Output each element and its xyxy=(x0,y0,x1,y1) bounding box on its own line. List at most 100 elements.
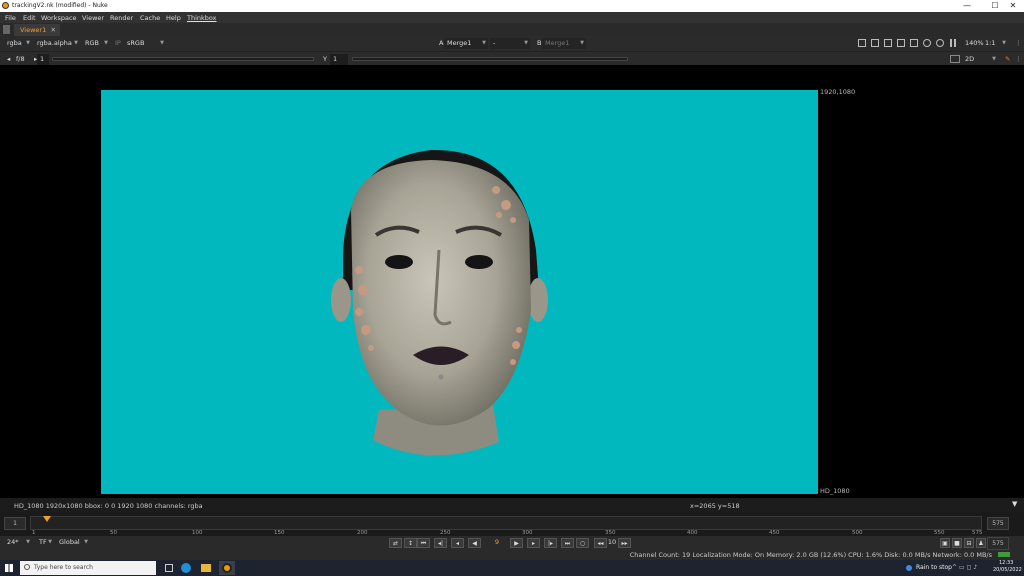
menu-thinkbox[interactable]: Thinkbox xyxy=(187,14,217,22)
timeline-end-frame[interactable]: 575 xyxy=(987,517,1009,530)
window-title: trackingV2.nk (modified) - Nuke xyxy=(12,2,108,9)
paint-brush-icon[interactable]: ✎ xyxy=(1002,54,1012,65)
gamma-slider[interactable] xyxy=(352,57,628,61)
end-frame-field[interactable]: 575 xyxy=(987,537,1009,550)
person-icon[interactable]: ♟ xyxy=(976,538,986,548)
collapse-arrow-icon[interactable]: ▼ xyxy=(1012,500,1017,508)
menu-workspace[interactable]: Workspace xyxy=(41,14,77,22)
next-keyframe-icon[interactable]: |▸ xyxy=(544,538,557,548)
range-scope-dropdown[interactable]: Global ▼ xyxy=(56,537,90,548)
fps-dropdown[interactable]: 24* ▼ xyxy=(4,537,32,548)
gamma-input[interactable]: 1 xyxy=(330,54,348,65)
ip-toggle[interactable]: IP xyxy=(112,38,124,49)
frame-step-field[interactable]: 10 xyxy=(606,538,618,548)
gain-input[interactable]: 1 xyxy=(37,54,49,65)
play-left-icon[interactable]: ◂ xyxy=(4,54,12,65)
status-bar: Channel Count: 19 Localization Mode: On … xyxy=(0,550,1024,560)
flipbook-icon[interactable]: ▣ xyxy=(940,538,950,548)
display-dropdown[interactable]: RGB ▼ xyxy=(82,38,110,49)
fps-value: 24* xyxy=(7,538,19,546)
mask-icon[interactable] xyxy=(884,39,892,47)
channels-dropdown[interactable]: rgba ▼ xyxy=(4,38,32,49)
timeline-track[interactable] xyxy=(30,516,982,530)
wipe-op-dropdown[interactable]: - ▼ xyxy=(490,38,530,49)
playhead-marker[interactable] xyxy=(42,516,51,522)
capture-icon[interactable]: ■ xyxy=(952,538,962,548)
timeline-start-frame[interactable]: 1 xyxy=(4,517,26,530)
weather-text[interactable]: Rain to stop xyxy=(916,564,952,571)
viewer-info-bar: HD_1080 1920x1080 bbox: 0 0 1920 1080 ch… xyxy=(0,498,1024,512)
viewer-image[interactable] xyxy=(101,90,818,494)
input-a-dropdown[interactable]: Merge1 ▼ xyxy=(444,38,488,49)
windows-start-icon[interactable] xyxy=(5,564,13,572)
panel-tab-bar: Viewer1 ✕ xyxy=(0,23,1024,36)
menu-help[interactable]: Help xyxy=(166,14,181,22)
alpha-channel-dropdown[interactable]: rgba.alpha ▼ xyxy=(34,38,80,49)
weather-icon xyxy=(906,565,912,571)
play-forward-icon[interactable]: ▶ xyxy=(510,538,523,548)
chevron-down-icon: ▼ xyxy=(482,40,486,46)
list-icon[interactable] xyxy=(910,39,918,47)
edge-browser-icon[interactable] xyxy=(181,563,191,573)
format-top-right: 1920,1080 xyxy=(820,88,856,96)
chevron-down-icon: ▼ xyxy=(26,539,30,545)
minimize-button[interactable]: — xyxy=(956,0,978,12)
file-explorer-icon[interactable] xyxy=(201,564,211,572)
roi-icon[interactable] xyxy=(858,39,866,47)
tf-dropdown[interactable]: TF ▼ xyxy=(36,537,54,548)
panel-grip-icon[interactable] xyxy=(3,25,10,34)
lock-icon[interactable] xyxy=(936,39,944,47)
gain-gamma-bar: ◂ f/8 ▸ 1 Y 1 2D ▼ ✎ ⋮ xyxy=(0,51,1024,66)
clock-time[interactable]: 12:33 xyxy=(999,560,1013,566)
wipe-op-value: - xyxy=(493,39,496,47)
gain-slider[interactable] xyxy=(52,57,314,61)
fstop-value[interactable]: f/8 xyxy=(13,54,31,65)
first-frame-icon[interactable]: ⏮ xyxy=(417,538,430,548)
lut-icon[interactable] xyxy=(897,39,905,47)
system-tray-icons[interactable]: ^ ▭ ◻ ♪ xyxy=(952,564,977,571)
chevron-down-icon: ▼ xyxy=(26,40,30,46)
close-tab-icon[interactable]: ✕ xyxy=(51,24,56,36)
last-frame-icon[interactable]: ⏭ xyxy=(561,538,574,548)
next-frame-icon[interactable]: ▸ xyxy=(527,538,540,548)
format-info: HD_1080 1920x1080 bbox: 0 0 1920 1080 ch… xyxy=(14,502,203,510)
prev-frame-icon[interactable]: ◂ xyxy=(451,538,464,548)
menu-viewer[interactable]: Viewer xyxy=(82,14,104,22)
pause-icon[interactable] xyxy=(950,39,956,47)
tab-viewer1[interactable]: Viewer1 ✕ xyxy=(14,24,60,36)
clock-date[interactable]: 20/05/2022 xyxy=(993,567,1022,573)
lock-range-icon[interactable]: ⊟ xyxy=(964,538,974,548)
safe-area-icon[interactable] xyxy=(871,39,879,47)
menu-edit[interactable]: Edit xyxy=(23,14,36,22)
task-view-icon[interactable] xyxy=(165,564,173,572)
menu-render[interactable]: Render xyxy=(110,14,133,22)
menu-cache[interactable]: Cache xyxy=(140,14,160,22)
chevron-down-icon: ▼ xyxy=(580,40,584,46)
in-point-icon[interactable]: ⇄ xyxy=(389,538,402,548)
proxy-ratio-dropdown[interactable]: 1:1 ▼ xyxy=(982,38,1008,49)
zoom-level[interactable]: 140% xyxy=(962,38,984,49)
more-options-icon[interactable]: ⋮ xyxy=(1012,54,1022,65)
viewer-layout-icon[interactable] xyxy=(950,55,960,63)
prev-keyframe-icon[interactable]: ◂| xyxy=(434,538,447,548)
current-frame-field[interactable]: 9 xyxy=(486,538,508,548)
loop-icon[interactable]: ○ xyxy=(576,538,589,548)
chevron-down-icon: ▼ xyxy=(84,539,88,545)
taskbar-search-input[interactable]: Type here to search xyxy=(20,561,156,575)
nuke-taskbar-button[interactable] xyxy=(219,561,235,575)
more-options-icon[interactable]: ⋮ xyxy=(1012,38,1022,49)
step-forward-icon[interactable]: ▸▸ xyxy=(618,538,631,548)
refresh-icon[interactable] xyxy=(923,39,931,47)
input-a-value: Merge1 xyxy=(447,39,472,47)
chevron-down-icon: ▼ xyxy=(104,40,108,46)
view-mode-dropdown[interactable]: 2D ▼ xyxy=(962,54,998,65)
play-backward-icon[interactable]: ◀ xyxy=(468,538,481,548)
colorspace-dropdown[interactable]: sRGB ▼ xyxy=(124,38,166,49)
input-b-dropdown[interactable]: Merge1 ▼ xyxy=(542,38,586,49)
close-window-button[interactable]: ✕ xyxy=(1002,0,1024,12)
menu-file[interactable]: File xyxy=(5,14,16,22)
range-scope-value: Global xyxy=(59,538,80,546)
mark-icon[interactable]: ↕ xyxy=(404,538,417,548)
status-text: Channel Count: 19 Localization Mode: On … xyxy=(629,551,992,559)
proxy-ratio-value: 1:1 xyxy=(985,39,996,47)
